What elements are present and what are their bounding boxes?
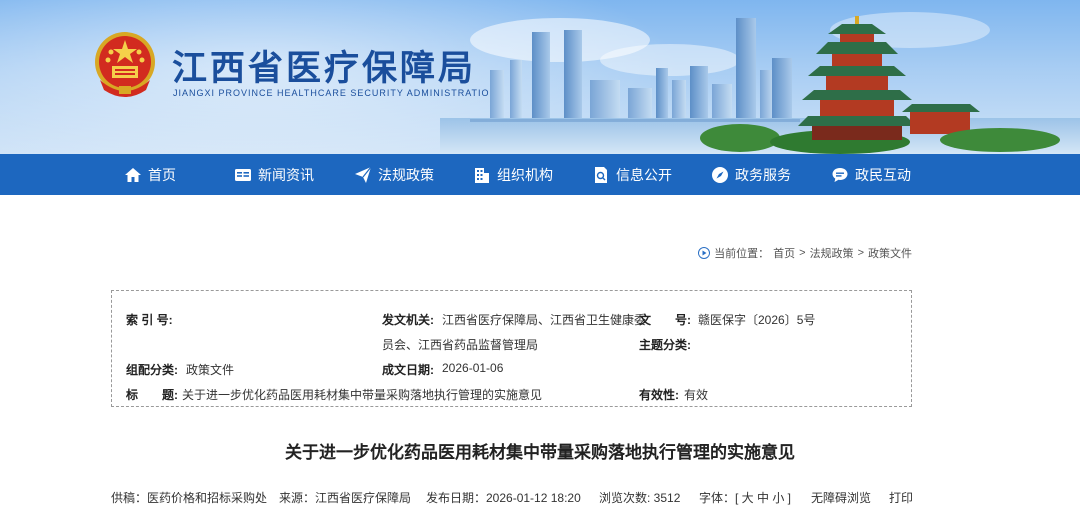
breadcrumb-separator: > [799,247,806,259]
article-view-count: 浏览次数: 3512 [599,491,681,505]
site-banner: 江西省医疗保障局 JIANGXI PROVINCE HEALTHCARE SEC… [0,0,1080,154]
title-value: 关于进一步优化药品医用耗材集中带量采购落地执行管理的实施意见 [182,388,543,402]
issuer-label: 发文机关: [382,313,434,327]
nav-item-services[interactable]: 政务服务 [711,154,791,195]
nav-item-disclosure[interactable]: 信息公开 [592,154,672,195]
article-source: 来源：江西省医疗保障局 [279,491,412,505]
nav-item-label: 政务服务 [735,166,791,183]
article-supplier: 供稿：医药价格和招标采购处 [111,491,268,505]
doc-no-label: 文 号: [639,313,691,327]
nav-item-policy[interactable]: 法规政策 [354,154,434,195]
topic-label: 主题分类: [639,338,691,352]
validity-label: 有效性: [639,388,679,402]
paper-plane-icon [355,166,372,183]
home-icon [125,167,141,182]
nav-item-label: 法规政策 [378,166,434,183]
compass-icon [712,166,728,183]
national-emblem-icon [95,32,155,97]
nav-item-label: 新闻资讯 [258,166,314,183]
category-label: 组配分类: [126,363,178,377]
nav-item-organization[interactable]: 组织机构 [473,154,553,195]
nav-item-label: 组织机构 [497,166,553,183]
nav-item-label: 政民互动 [855,166,911,183]
doc-no-value: 赣医保字〔2026〕5号 [698,313,816,327]
breadcrumb-home[interactable]: 首页 [773,245,795,261]
breadcrumb: 当前位置： 首页 > 法规政策 > 政策文件 [698,245,912,261]
city-skyline-illustration [440,12,1080,154]
validity-value: 有效 [684,388,709,402]
nav-item-news[interactable]: 新闻资讯 [234,154,314,195]
location-arrow-icon [698,247,711,259]
article-publish-date: 发布日期：2026-01-12 18:20 [426,491,581,505]
font-size-switcher[interactable]: 字体：[ 大 中 小 ] [699,489,791,506]
breadcrumb-policy[interactable]: 法规政策 [810,245,854,261]
accessible-browsing-link[interactable]: 无障碍浏览 [811,489,871,506]
document-icon [595,166,607,183]
document-metadata-box: 索 引 号: 发文机关: 江西省医疗保障局、江西省卫生健康委 员会、江西省药品监… [111,290,912,407]
date-label: 成文日期: [382,363,434,377]
site-title: 江西省医疗保障局 [172,49,477,89]
main-nav: 首页 新闻资讯 法规政策 组织机构 信息公开 政务服务 政民互动 [0,154,1080,195]
breadcrumb-prefix: 当前位置： [714,248,770,260]
article-info-bar: 供稿：医药价格和招标采购处 来源：江西省医疗保障局 发布日期：2026-01-1… [111,489,913,507]
article-title: 关于进一步优化药品医用耗材集中带量采购落地执行管理的实施意见 [285,443,795,462]
breadcrumb-separator: > [857,247,864,259]
news-icon [235,168,251,181]
nav-item-home[interactable]: 首页 [124,154,176,195]
nav-item-label: 首页 [148,166,176,183]
title-label: 标 题: [126,388,178,402]
index-no-label: 索 引 号: [126,313,173,327]
category-value: 政策文件 [186,363,235,377]
print-link[interactable]: 打印 [889,489,913,506]
nav-item-label: 信息公开 [616,166,672,183]
issuer-value-line1: 江西省医疗保障局、江西省卫生健康委 [442,313,647,327]
issuer-value-line2: 员会、江西省药品监督管理局 [382,338,539,352]
breadcrumb-policy-documents[interactable]: 政策文件 [868,245,912,261]
date-value: 2026-01-06 [442,361,504,375]
nav-item-interaction[interactable]: 政民互动 [831,154,911,195]
building-icon [475,167,489,183]
chat-icon [832,167,848,182]
